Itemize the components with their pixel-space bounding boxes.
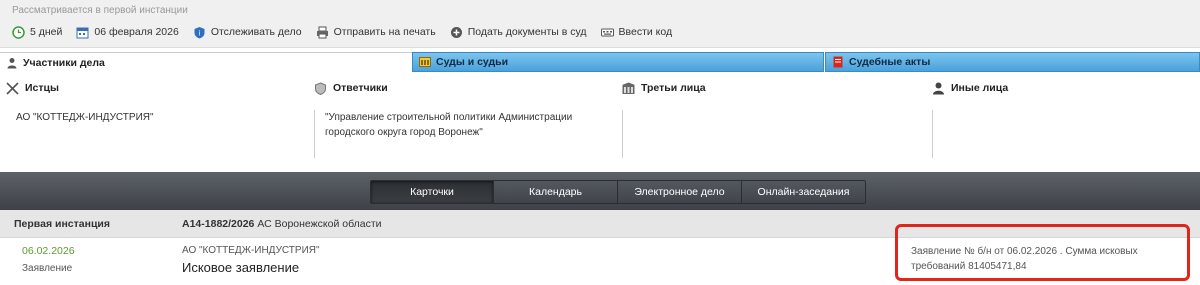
track-case-button[interactable]: i Отслеживать дело <box>193 26 302 39</box>
third-parties-header: Третьи лица <box>622 80 922 96</box>
enter-code-button[interactable]: Ввести код <box>600 26 673 39</box>
plus-circle-icon <box>450 26 463 39</box>
document-party: АО "КОТТЕДЖ-ИНДУСТРИЯ" <box>182 245 320 256</box>
building-icon <box>622 82 635 95</box>
print-button[interactable]: Отправить на печать <box>316 26 436 39</box>
tab-court-acts[interactable]: Судебные акты <box>825 52 1200 72</box>
view-electronic-case-button[interactable]: Электронное дело <box>618 181 742 203</box>
submit-documents-button[interactable]: Подать документы в суд <box>450 26 587 39</box>
instance-title: Первая инстанция <box>14 218 110 230</box>
calendar-icon <box>76 26 89 39</box>
toolbar: 5 дней 06 февраля 2026 i Отслеживать дел… <box>12 24 686 40</box>
plaintiff-name[interactable]: АО "КОТТЕДЖ-ИНДУСТРИЯ" <box>16 112 154 123</box>
tab-court-acts-label: Судебные акты <box>849 56 931 68</box>
other-persons-column: Иные лица <box>932 80 1200 170</box>
shield-icon: i <box>193 26 206 39</box>
third-parties-list <box>622 110 882 158</box>
plaintiff-item[interactable]: АО "КОТТЕДЖ-ИНДУСТРИЯ" <box>6 110 286 158</box>
view-calendar-button[interactable]: Календарь <box>494 181 618 203</box>
third-parties-title: Третьи лица <box>641 82 706 94</box>
defendant-item[interactable]: "Управление строительной политики Админи… <box>314 110 574 158</box>
date-label: 06 февраля 2026 <box>94 26 179 38</box>
third-parties-column: Третьи лица <box>622 80 922 170</box>
view-online-hearings-button[interactable]: Онлайн-заседания <box>742 181 865 203</box>
plaintiffs-title: Истцы <box>25 82 59 94</box>
view-switcher: Карточки Календарь Электронное дело Онла… <box>370 180 866 204</box>
tab-courts-label: Суды и судьи <box>436 56 509 68</box>
defendants-title: Ответчики <box>333 82 388 94</box>
date-button[interactable]: 06 февраля 2026 <box>76 26 179 39</box>
enter-code-label: Ввести код <box>618 26 673 38</box>
defendant-name[interactable]: "Управление строительной политики Админи… <box>325 112 572 138</box>
section-tabs: Участники дела Суды и судьи Судебные акт… <box>0 52 1200 72</box>
keyboard-icon <box>600 26 614 39</box>
participants-panel: Истцы АО "КОТТЕДЖ-ИНДУСТРИЯ" Ответчики "… <box>0 80 1200 170</box>
print-label: Отправить на печать <box>333 26 436 38</box>
tab-courts[interactable]: Суды и судьи <box>412 52 824 72</box>
document-type: Заявление <box>22 263 73 274</box>
shield-icon <box>314 81 327 95</box>
track-case-label: Отслеживать дело <box>210 26 302 38</box>
plaintiffs-header: Истцы <box>6 80 306 96</box>
person-icon <box>6 57 18 69</box>
other-persons-title: Иные лица <box>951 82 1009 94</box>
submit-documents-label: Подать документы в суд <box>467 26 587 38</box>
defendants-column: Ответчики "Управление строительной полит… <box>314 80 614 170</box>
swords-icon <box>6 81 19 95</box>
case-number[interactable]: А14-1882/2026 <box>182 218 254 230</box>
view-switcher-bar: Карточки Календарь Электронное дело Онла… <box>0 172 1200 210</box>
other-persons-list <box>932 110 1182 158</box>
document-title[interactable]: Исковое заявление <box>182 260 299 275</box>
tab-participants[interactable]: Участники дела <box>0 52 412 72</box>
days-label: 5 дней <box>30 26 63 38</box>
court-building-icon <box>419 56 431 68</box>
document-info: Заявление № б/н от 06.02.2026 . Сумма ис… <box>911 246 1138 272</box>
court-name: АС Воронежской области <box>257 218 382 230</box>
defendants-header: Ответчики <box>314 80 614 96</box>
other-persons-header: Иные лица <box>932 80 1200 96</box>
case-status: Рассматривается в первой инстанции <box>12 5 188 16</box>
document-red-icon <box>832 56 844 68</box>
svg-text:i: i <box>198 29 200 37</box>
days-button[interactable]: 5 дней <box>12 25 63 39</box>
document-date: 06.02.2026 <box>22 245 75 257</box>
person-icon <box>932 82 945 95</box>
view-cards-button[interactable]: Карточки <box>371 181 494 203</box>
plaintiffs-column: Истцы АО "КОТТЕДЖ-ИНДУСТРИЯ" <box>6 80 306 170</box>
clock-arrow-icon <box>12 25 25 39</box>
top-bar: Рассматривается в первой инстанции 5 дне… <box>0 0 1200 48</box>
case-number-court[interactable]: А14-1882/2026 АС Воронежской области <box>182 218 382 230</box>
printer-icon <box>316 26 329 39</box>
tab-participants-label: Участники дела <box>23 56 105 69</box>
